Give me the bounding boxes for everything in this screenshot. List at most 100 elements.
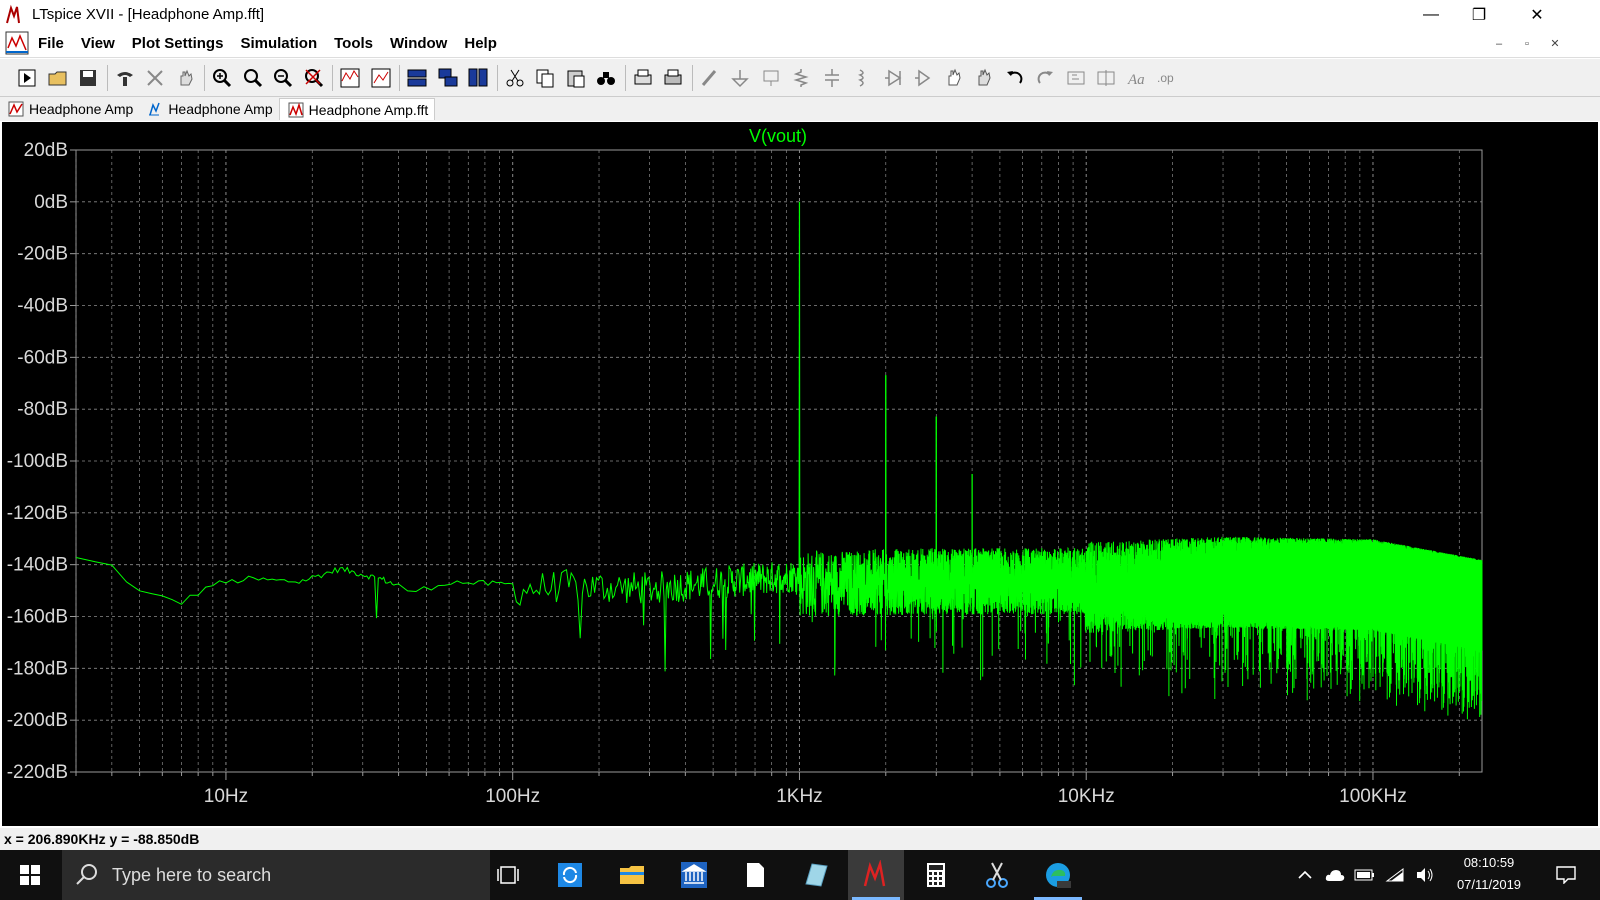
y-tick-label: -100dB [7, 451, 68, 472]
wire-button[interactable] [697, 65, 723, 91]
resistor-button[interactable] [788, 65, 814, 91]
tab-schematic[interactable]: Headphone Amp [0, 98, 139, 120]
taskbar-app-notes[interactable] [788, 850, 844, 900]
close-button[interactable]: ✕ [1514, 0, 1560, 29]
x-tick-label: 100KHz [1339, 786, 1407, 807]
show-hidden-icons-button[interactable] [1290, 850, 1320, 900]
update-icon [558, 863, 582, 887]
capacitor-button[interactable] [819, 65, 845, 91]
undo-button[interactable] [1002, 65, 1028, 91]
zoom-extents-button[interactable] [368, 65, 394, 91]
system-clock[interactable]: 08:10:59 07/11/2019 [1444, 852, 1534, 896]
mdi-minimize-button[interactable]: – [1488, 34, 1510, 54]
mirror-button[interactable] [1093, 65, 1119, 91]
bank-icon [681, 862, 707, 888]
print-button[interactable] [630, 65, 656, 91]
taskbar-app-update[interactable] [542, 850, 598, 900]
taskbar-app-document[interactable] [727, 850, 783, 900]
toolbar-separator [691, 65, 693, 91]
rotate-button[interactable] [1063, 65, 1089, 91]
taskbar-app-file-explorer[interactable] [604, 850, 660, 900]
taskbar-app-bank[interactable] [666, 850, 722, 900]
ground-button[interactable] [727, 65, 753, 91]
waveform-icon [149, 102, 161, 116]
move-button[interactable] [941, 65, 967, 91]
clock-time: 08:10:59 [1463, 855, 1515, 870]
plot-pane[interactable]: 20dB 0dB -20dB -40dB -60dB -80dB -100dB -120dB -… [2, 122, 1598, 826]
ltspice-app-icon[interactable] [4, 4, 26, 26]
control-panel-icon [116, 72, 133, 86]
mdi-close-button[interactable]: ✕ [1544, 34, 1566, 54]
tile-horizontal-button[interactable] [404, 65, 430, 91]
speaker-icon [1417, 868, 1433, 882]
network-tray[interactable] [1380, 850, 1410, 900]
y-tick-label: 0dB [34, 192, 68, 213]
toolbar-separator [332, 65, 333, 91]
drag-button[interactable] [971, 65, 997, 91]
cascade-button[interactable] [435, 65, 461, 91]
menu-window[interactable]: Window [390, 35, 447, 52]
cut-button[interactable] [502, 65, 528, 91]
save-button[interactable] [75, 65, 101, 91]
pan-hand-button[interactable] [173, 65, 199, 91]
taskbar-app-edge-dev[interactable] [1030, 850, 1086, 900]
y-axis-labels: 20dB 0dB -20dB -40dB -60dB -80dB -100dB -120dB -… [7, 140, 68, 783]
x-tick-label: 10KHz [1058, 786, 1115, 807]
open-button[interactable] [45, 65, 71, 91]
taskbar-app-ltspice[interactable] [848, 850, 904, 900]
zoom-in-button[interactable] [209, 65, 235, 91]
plot-title[interactable]: V(vout) [749, 126, 807, 146]
menu-tools[interactable]: Tools [334, 35, 373, 52]
minimize-button[interactable]: — [1408, 0, 1454, 29]
mdi-restore-button[interactable]: ▫ [1516, 34, 1538, 54]
find-button[interactable] [593, 65, 619, 91]
fft-plot[interactable]: 20dB 0dB -20dB -40dB -60dB -80dB -100dB -120dB -… [2, 122, 1598, 826]
menu-help[interactable]: Help [464, 35, 497, 52]
wire-icon [701, 70, 716, 86]
text-button[interactable]: Aa [1124, 65, 1150, 91]
paste-button[interactable] [563, 65, 589, 91]
component-button[interactable] [910, 65, 936, 91]
tile-vertical-button[interactable] [465, 65, 491, 91]
taskbar-search[interactable]: Type here to search [62, 850, 490, 900]
start-button[interactable] [2, 850, 58, 900]
spice-directive-button[interactable]: .op [1154, 65, 1180, 91]
zoom-out-button[interactable] [270, 65, 296, 91]
y-tick-label: -60dB [17, 347, 68, 368]
run-button[interactable] [14, 65, 40, 91]
trace-line[interactable] [75, 201, 1483, 720]
taskbar-app-calculator[interactable] [908, 850, 964, 900]
halt-icon [147, 70, 163, 86]
text-icon: Aa [1127, 72, 1145, 88]
menu-simulation[interactable]: Simulation [240, 35, 317, 52]
redo-button[interactable] [1032, 65, 1058, 91]
copy-button[interactable] [532, 65, 558, 91]
label-net-button[interactable] [758, 65, 784, 91]
halt-button[interactable] [142, 65, 168, 91]
taskbar-app-task-view[interactable] [482, 850, 538, 900]
volume-tray[interactable] [1410, 850, 1440, 900]
menu-view[interactable]: View [81, 35, 115, 52]
print-setup-button[interactable] [660, 65, 686, 91]
autorange-button[interactable] [337, 65, 363, 91]
menu-file[interactable]: File [38, 35, 64, 52]
zoom-cancel-button[interactable] [301, 65, 327, 91]
ltspice-icon [863, 860, 886, 887]
menu-plot-settings[interactable]: Plot Settings [132, 35, 224, 52]
battery-tray[interactable] [1350, 850, 1380, 900]
taskbar-app-snipping-tool[interactable] [969, 850, 1025, 900]
inductor-button[interactable] [849, 65, 875, 91]
maximize-button[interactable]: ❐ [1456, 0, 1502, 29]
toolbar-separator [106, 65, 108, 91]
action-center-button[interactable] [1546, 850, 1586, 900]
copy-icon [536, 69, 554, 88]
zoom-area-button[interactable] [240, 65, 266, 91]
tab-label: Headphone Amp [168, 101, 273, 117]
onedrive-tray[interactable] [1320, 850, 1350, 900]
mdi-document-icon[interactable] [4, 30, 30, 56]
tab-fft[interactable]: Headphone Amp.fft [278, 98, 436, 120]
control-panel-button[interactable] [112, 65, 138, 91]
tab-waveform[interactable]: Headphone Amp [139, 98, 278, 120]
windows-logo-icon [20, 865, 40, 885]
diode-button[interactable] [880, 65, 906, 91]
